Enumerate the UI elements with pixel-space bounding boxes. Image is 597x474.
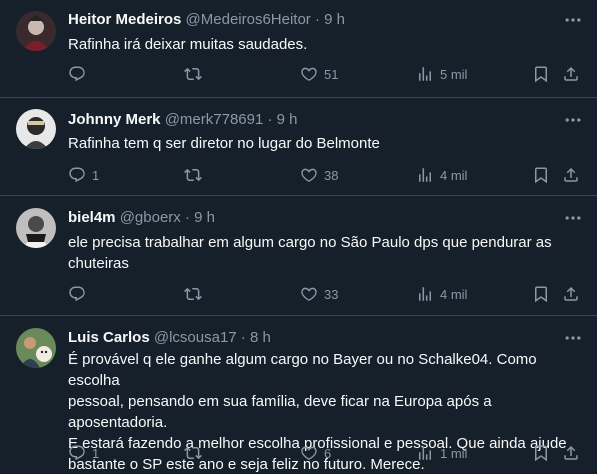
- views-button[interactable]: 1 mil: [416, 443, 467, 463]
- share-button[interactable]: [562, 165, 580, 185]
- retweet-button[interactable]: [184, 284, 202, 304]
- separator: ·: [310, 11, 325, 28]
- like-count: 51: [324, 66, 339, 82]
- tweet-text: Rafinha irá deixar muitas saudades.: [68, 36, 308, 53]
- like-count: 33: [324, 286, 339, 302]
- timestamp[interactable]: 8 h: [250, 329, 271, 346]
- display-name[interactable]: Luis Carlos: [68, 329, 150, 346]
- more-icon[interactable]: [563, 208, 583, 228]
- handle[interactable]: @merk778691: [165, 111, 264, 128]
- more-icon[interactable]: [563, 10, 583, 30]
- bookmark-button[interactable]: [532, 64, 550, 84]
- reply-icon: [69, 167, 85, 183]
- timestamp[interactable]: 9 h: [194, 209, 215, 226]
- like-button[interactable]: 6: [300, 443, 331, 463]
- timestamp[interactable]: 9 h: [324, 11, 345, 28]
- separator: ·: [236, 329, 250, 346]
- display-name[interactable]: biel4m: [68, 209, 116, 226]
- views-count: 1 mil: [440, 445, 468, 461]
- share-icon: [564, 167, 578, 182]
- retweet-icon: [184, 287, 202, 301]
- views-button[interactable]: 4 mil: [416, 284, 467, 304]
- like-count: 6: [324, 445, 332, 461]
- retweet-button[interactable]: [184, 64, 202, 84]
- views-icon: [419, 168, 431, 182]
- tweet-header: biel4m @gboerx · 9 h: [68, 208, 215, 228]
- retweet-icon: [184, 168, 202, 182]
- handle[interactable]: @gboerx: [120, 209, 181, 226]
- retweet-button[interactable]: [184, 443, 202, 463]
- bookmark-button[interactable]: [532, 284, 550, 304]
- action-bar: 1 38 4 mil: [68, 165, 588, 185]
- share-button[interactable]: [562, 443, 580, 463]
- reply-count: 1: [92, 445, 100, 461]
- tweet[interactable]: biel4m @gboerx · 9 h ele precisa trabalh…: [0, 196, 597, 316]
- avatar[interactable]: [16, 109, 56, 149]
- avatar[interactable]: [16, 208, 56, 248]
- reply-icon: [69, 445, 85, 461]
- tweet-text: Rafinha tem q ser diretor no lugar do Be…: [68, 135, 380, 152]
- retweet-icon: [184, 446, 202, 460]
- share-icon: [564, 286, 578, 301]
- retweet-button[interactable]: [184, 165, 202, 185]
- tweet-header: Heitor Medeiros @Medeiros6Heitor · 9 h: [68, 10, 345, 30]
- more-icon[interactable]: [563, 328, 583, 348]
- views-button[interactable]: 5 mil: [416, 64, 467, 84]
- share-icon: [564, 66, 578, 81]
- tweet[interactable]: Luis Carlos @lcsousa17 · 8 h É provável …: [0, 316, 597, 474]
- reply-button[interactable]: [68, 284, 92, 304]
- views-count: 4 mil: [440, 286, 468, 302]
- reply-count: 1: [92, 167, 100, 183]
- action-bar: 51 5 mil: [68, 64, 588, 84]
- avatar[interactable]: [16, 11, 56, 51]
- avatar[interactable]: [16, 328, 56, 368]
- like-button[interactable]: 33: [300, 284, 338, 304]
- views-count: 5 mil: [440, 66, 468, 82]
- share-button[interactable]: [562, 284, 580, 304]
- tweet[interactable]: Johnny Merk @merk778691 · 9 h Rafinha te…: [0, 98, 597, 196]
- display-name[interactable]: Johnny Merk: [68, 111, 161, 128]
- like-icon: [301, 168, 317, 182]
- bookmark-button[interactable]: [532, 165, 550, 185]
- views-icon: [419, 446, 431, 460]
- views-button[interactable]: 4 mil: [416, 165, 467, 185]
- reply-icon: [69, 286, 85, 302]
- separator: ·: [180, 209, 195, 226]
- action-bar: 1 6 1 mil: [68, 443, 588, 463]
- like-icon: [301, 446, 317, 460]
- views-icon: [419, 287, 431, 301]
- retweet-icon: [184, 67, 202, 81]
- like-button[interactable]: 51: [300, 64, 338, 84]
- like-icon: [301, 67, 317, 81]
- handle[interactable]: @lcsousa17: [154, 329, 237, 346]
- tweet-header: Johnny Merk @merk778691 · 9 h: [68, 110, 298, 130]
- tweet-text: ele precisa trabalhar em algum cargo no …: [68, 234, 552, 272]
- share-icon: [564, 445, 578, 460]
- more-icon[interactable]: [563, 110, 583, 130]
- reply-icon: [69, 66, 85, 82]
- action-bar: 33 4 mil: [68, 284, 588, 304]
- like-icon: [301, 287, 317, 301]
- bookmark-icon: [535, 66, 547, 83]
- views-icon: [419, 67, 431, 81]
- timestamp[interactable]: 9 h: [277, 111, 298, 128]
- bookmark-icon: [535, 445, 547, 462]
- separator: ·: [263, 111, 277, 128]
- bookmark-button[interactable]: [532, 443, 550, 463]
- tweet-header: Luis Carlos @lcsousa17 · 8 h: [68, 328, 271, 348]
- handle[interactable]: @Medeiros6Heitor: [186, 11, 311, 28]
- like-button[interactable]: 38: [300, 165, 338, 185]
- views-count: 4 mil: [440, 167, 468, 183]
- display-name[interactable]: Heitor Medeiros: [68, 11, 181, 28]
- reply-button[interactable]: 1: [68, 443, 99, 463]
- bookmark-icon: [535, 286, 547, 303]
- like-count: 38: [324, 167, 339, 183]
- reply-button[interactable]: 1: [68, 165, 99, 185]
- reply-button[interactable]: [68, 64, 92, 84]
- share-button[interactable]: [562, 64, 580, 84]
- tweet[interactable]: Heitor Medeiros @Medeiros6Heitor · 9 h R…: [0, 0, 597, 98]
- bookmark-icon: [535, 167, 547, 184]
